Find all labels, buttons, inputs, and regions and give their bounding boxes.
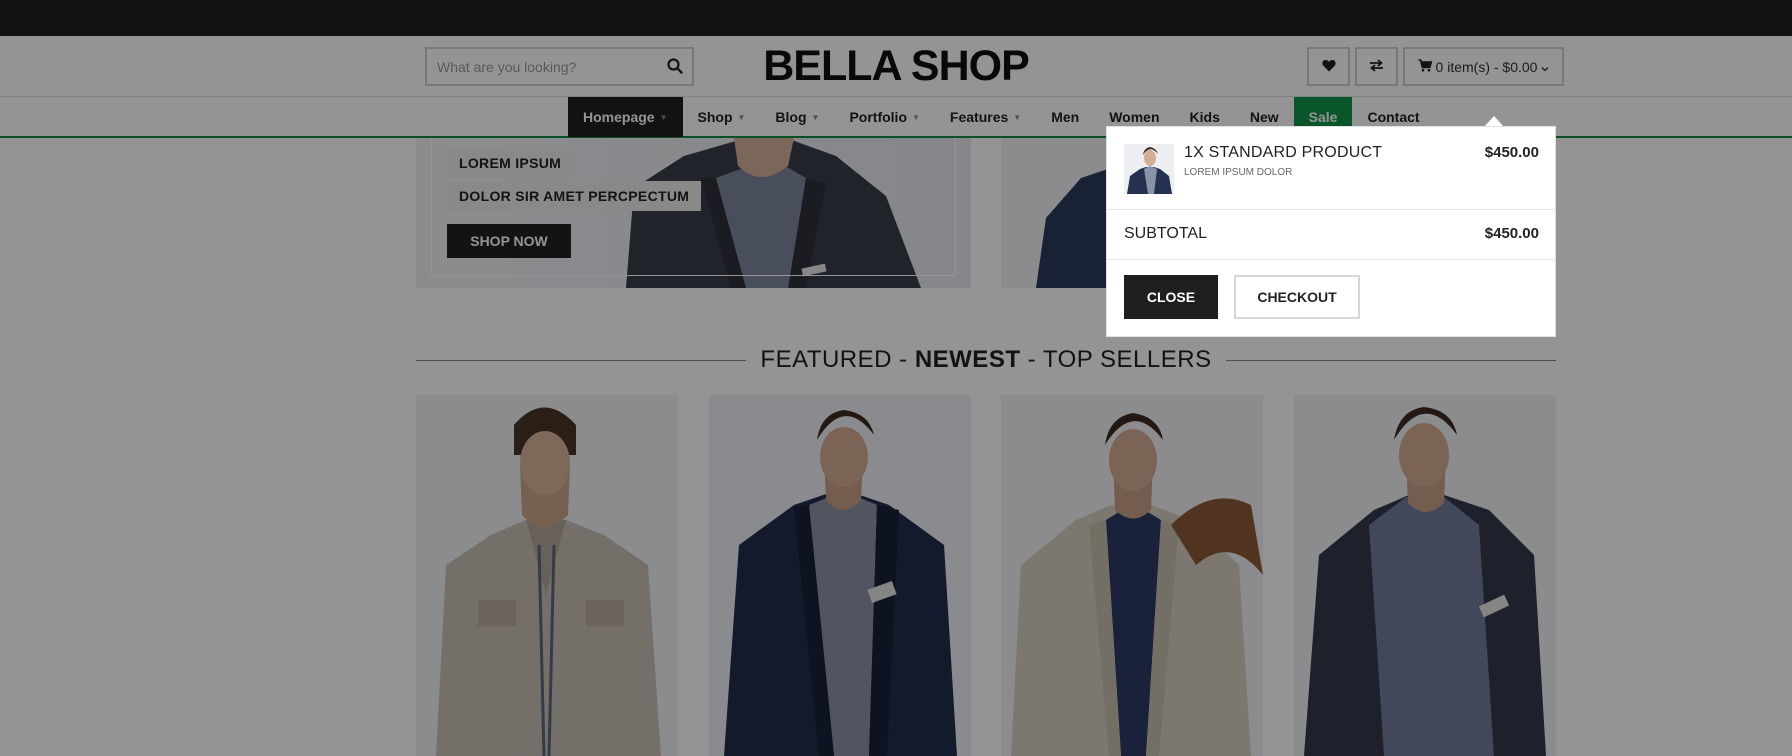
exchange-icon: [1369, 58, 1384, 75]
product-card[interactable]: [709, 395, 971, 756]
cart-dropdown: 1X STANDARD PRODUCT LOREM IPSUM DOLOR $4…: [1106, 126, 1556, 337]
product-image: [1294, 395, 1556, 756]
caret-down-icon: ▼: [1013, 112, 1022, 122]
wishlist-button[interactable]: [1307, 47, 1350, 86]
nav-portfolio[interactable]: Portfolio ▼: [834, 97, 934, 137]
nav-label: Sale: [1308, 109, 1338, 125]
caret-down-icon: ▼: [659, 112, 668, 122]
divider-line: [416, 359, 747, 361]
nav-label: Features: [949, 109, 1009, 125]
nav-label: Men: [1051, 109, 1080, 125]
product-image: [709, 395, 971, 756]
close-button[interactable]: CLOSE: [1124, 275, 1218, 319]
product-thumbnail[interactable]: [1124, 144, 1174, 194]
subtotal-row: SUBTOTAL $450.00: [1107, 210, 1555, 260]
shop-now-button[interactable]: SHOP NOW: [447, 224, 571, 258]
nav-label: Women: [1109, 109, 1160, 125]
banner-tag: LOREM IPSUM: [447, 148, 574, 178]
tab-top-sellers[interactable]: TOP SELLERS: [1043, 346, 1212, 373]
top-bar: [0, 0, 1792, 36]
banner-tag: DOLOR SIR AMET PERCPECTUM: [447, 181, 702, 211]
product-tabs: FEATURED - NEWEST - TOP SELLERS: [746, 346, 1225, 374]
cart-icon: [1418, 58, 1432, 75]
caret-down-icon: ▼: [912, 112, 920, 122]
checkout-button[interactable]: CHECKOUT: [1234, 275, 1360, 319]
subtotal-label: SUBTOTAL: [1124, 225, 1207, 242]
item-subtitle: LOREM IPSUM DOLOR: [1184, 167, 1293, 178]
product-image: [416, 395, 678, 756]
promo-banner[interactable]: LOREM IPSUM DOLOR SIR AMET PERCPECTUM SH…: [416, 138, 971, 288]
nav-label: Portfolio: [849, 109, 907, 125]
caret-down-icon: ▼: [737, 112, 746, 122]
nav-features[interactable]: Features ▼: [935, 97, 1036, 137]
nav-label: Homepage: [583, 109, 655, 125]
nav-homepage[interactable]: Homepage ▼: [568, 97, 683, 137]
site-header: BELLA SHOP 0 item(s) - $0.00: [0, 36, 1792, 96]
product-card[interactable]: [416, 395, 678, 756]
tab-featured[interactable]: FEATURED: [760, 346, 892, 373]
nav-label: Kids: [1189, 109, 1220, 125]
nav-label: Contact: [1367, 109, 1420, 125]
tab-separator: -: [1020, 346, 1043, 373]
product-card[interactable]: [1001, 395, 1263, 756]
cart-summary: 0 item(s) - $0.00: [1435, 58, 1538, 75]
nav-label: New: [1249, 109, 1279, 125]
nav-men[interactable]: Men: [1036, 97, 1094, 137]
nav-label: Shop: [697, 109, 733, 125]
featured-heading: FEATURED - NEWEST - TOP SELLERS: [416, 340, 1557, 380]
caret-down-icon: ▼: [811, 112, 820, 122]
cart-item: 1X STANDARD PRODUCT LOREM IPSUM DOLOR $4…: [1107, 127, 1555, 210]
compare-button[interactable]: [1355, 47, 1398, 86]
heart-icon: [1321, 59, 1336, 75]
tab-newest[interactable]: NEWEST: [915, 346, 1021, 373]
nav-blog[interactable]: Blog ▼: [760, 97, 834, 137]
product-image: [1001, 395, 1263, 756]
chevron-down-icon: [1541, 59, 1549, 75]
subtotal-value: $450.00: [1484, 225, 1539, 242]
cart-button[interactable]: 0 item(s) - $0.00: [1403, 47, 1564, 86]
nav-label: Blog: [775, 109, 807, 125]
tab-separator: -: [891, 346, 915, 373]
divider-line: [1225, 359, 1557, 361]
item-price: $450.00: [1484, 144, 1539, 161]
item-title[interactable]: 1X STANDARD PRODUCT: [1184, 144, 1382, 162]
nav-shop[interactable]: Shop ▼: [683, 97, 761, 137]
product-card[interactable]: [1294, 395, 1556, 756]
